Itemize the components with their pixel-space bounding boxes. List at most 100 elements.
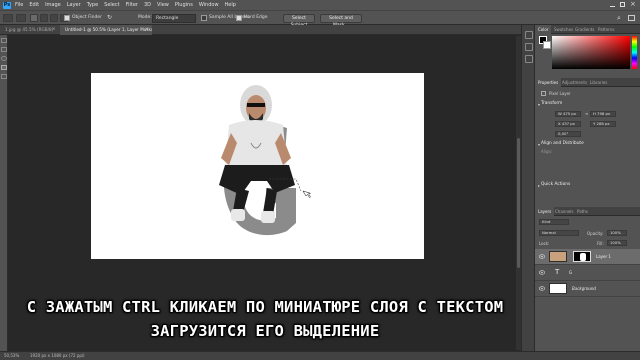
menu-type[interactable]: Type xyxy=(87,2,98,8)
menu-view[interactable]: View xyxy=(157,2,169,8)
align-label: Align: xyxy=(541,149,553,154)
layers-panel-tabs: Layers Channels Paths xyxy=(535,207,640,216)
pixel-layer-label: Pixel Layer xyxy=(549,91,571,96)
background-color-swatch[interactable] xyxy=(543,41,551,49)
menu-image[interactable]: Image xyxy=(45,2,61,8)
visibility-eye-icon[interactable] xyxy=(539,286,545,291)
layer-row-text-g[interactable]: T G xyxy=(535,265,640,281)
refresh-icon[interactable]: ↻ xyxy=(107,14,117,23)
minimize-icon[interactable] xyxy=(610,2,615,7)
layer1-thumbnail[interactable] xyxy=(549,251,567,262)
quick-actions-title: Quick Actions xyxy=(541,182,571,187)
visibility-eye-icon[interactable] xyxy=(539,270,545,275)
layer-row-layer1[interactable]: Layer 1 xyxy=(535,249,640,265)
mode-select-value: Rectangle xyxy=(156,16,179,21)
y-field[interactable]: Y 288 px xyxy=(590,121,616,127)
scrollbar-thumb[interactable] xyxy=(517,138,520,268)
hard-edge-checkbox[interactable] xyxy=(236,15,242,21)
menu-3d[interactable]: 3D xyxy=(144,2,151,8)
new-selection-icon[interactable] xyxy=(30,14,38,22)
search-icon[interactable]: ⌕ xyxy=(617,14,621,23)
layer-filter-kind[interactable]: Kind xyxy=(539,219,569,225)
crop-tool-icon[interactable] xyxy=(1,74,7,79)
subtract-selection-icon[interactable] xyxy=(50,14,58,22)
add-selection-icon[interactable] xyxy=(40,14,48,22)
menu-file[interactable]: File xyxy=(15,2,23,8)
menu-layer[interactable]: Layer xyxy=(67,2,81,8)
opacity-field[interactable]: 100% xyxy=(607,230,627,236)
height-field[interactable]: H 798 px xyxy=(590,111,616,117)
options-bar: Object Finder ↻ Mode: Rectangle Sample A… xyxy=(0,10,640,28)
object-selection-tool-icon[interactable] xyxy=(1,65,7,70)
tab-color[interactable]: Color xyxy=(535,25,552,34)
select-subject-button[interactable]: Select Subject xyxy=(283,14,315,28)
text-layer-icon[interactable]: T xyxy=(555,268,559,276)
subtitle-line-1: С ЗАЖАТЫМ CTRL КЛИКАЕМ ПО МИНИАТЮРЕ СЛОЯ… xyxy=(26,298,504,316)
tab-properties[interactable]: Properties xyxy=(535,78,562,87)
tab-paths[interactable]: Paths xyxy=(574,207,591,216)
transform-chevron-icon[interactable]: ▾ xyxy=(538,102,540,107)
tab-adjustments[interactable]: Adjustments xyxy=(559,78,590,87)
fill-label: Fill: xyxy=(597,241,604,246)
tool-preset-icon[interactable] xyxy=(16,14,26,22)
home-icon[interactable] xyxy=(3,14,13,22)
character-icon[interactable] xyxy=(525,55,533,63)
opacity-label: Opacity: xyxy=(587,231,604,236)
visibility-eye-icon[interactable] xyxy=(539,254,545,259)
color-panel-tabs: Color Swatches Gradients Patterns xyxy=(535,25,640,34)
cursor-pointer-icon xyxy=(302,190,312,198)
menu-filter[interactable]: Filter xyxy=(126,2,138,8)
mode-select[interactable]: Rectangle xyxy=(152,14,196,23)
layer1-mask-thumbnail[interactable] xyxy=(573,251,591,262)
document-canvas[interactable] xyxy=(91,73,424,259)
menu-help[interactable]: Help xyxy=(225,2,236,8)
sample-all-layers-checkbox[interactable] xyxy=(201,15,207,21)
workspace-icon[interactable] xyxy=(628,15,635,21)
history-icon[interactable] xyxy=(525,31,533,39)
zoom-level[interactable]: 50,53% xyxy=(4,353,19,358)
menu-edit[interactable]: Edit xyxy=(29,2,39,8)
close-window-icon[interactable]: × xyxy=(630,0,636,8)
quick-actions-chevron-icon[interactable]: ▸ xyxy=(538,183,540,188)
status-bar: 50,53% 1920 px x 1080 px (72 ppi) xyxy=(0,351,640,360)
tab-libraries[interactable]: Libraries xyxy=(587,78,610,87)
menu-bar: Ps File Edit Image Layer Type Select Fil… xyxy=(0,0,640,10)
fill-field[interactable]: 100% xyxy=(607,240,627,246)
blend-mode-select[interactable]: Normal xyxy=(539,230,579,236)
select-and-mask-button[interactable]: Select and Mask... xyxy=(320,14,362,28)
menu-window[interactable]: Window xyxy=(199,2,219,8)
brush-settings-icon[interactable] xyxy=(525,43,533,51)
color-picker-field[interactable] xyxy=(552,36,630,69)
angle-field[interactable]: 0,00° xyxy=(555,131,581,137)
x-field[interactable]: X 437 px xyxy=(555,121,581,127)
hue-slider[interactable] xyxy=(632,36,637,69)
link-icon[interactable]: ∞ xyxy=(585,111,588,116)
background-thumbnail[interactable] xyxy=(549,283,567,294)
photoshop-logo-icon[interactable]: Ps xyxy=(3,1,11,9)
marquee-tool-icon[interactable] xyxy=(1,47,7,52)
tab-channels[interactable]: Channels xyxy=(552,207,577,216)
width-field[interactable]: W 475 px xyxy=(555,111,581,117)
layer-row-background[interactable]: Background xyxy=(535,281,640,297)
close-tab-2-icon[interactable]: × xyxy=(145,25,149,35)
close-tab-1-icon[interactable]: × xyxy=(52,25,56,35)
tab-gradients[interactable]: Gradients xyxy=(572,25,598,34)
object-finder-checkbox[interactable] xyxy=(64,15,70,21)
align-chevron-icon[interactable]: ▾ xyxy=(538,142,540,147)
right-panels: Color Swatches Gradients Patterns Proper… xyxy=(535,25,640,351)
layer-name-label: Background xyxy=(572,286,596,291)
move-tool-icon[interactable] xyxy=(1,38,7,43)
menu-plugins[interactable]: Plugins xyxy=(175,2,193,8)
canvas-artwork xyxy=(219,85,312,236)
maximize-icon[interactable] xyxy=(620,2,625,7)
document-info[interactable]: 1920 px x 1080 px (72 ppi) xyxy=(30,353,85,358)
hard-edge-label: Hard Edge xyxy=(244,15,268,20)
align-distribute-title: Align and Distribute xyxy=(541,141,584,146)
menu-select[interactable]: Select xyxy=(104,2,119,8)
properties-panel-tabs: Properties Adjustments Libraries xyxy=(535,78,640,87)
transform-title: Transform xyxy=(541,101,563,106)
tab-document-untitled[interactable]: Untitled-1 @ 50.5% (Layer 1, Layer Mask/… xyxy=(60,25,152,35)
lasso-tool-icon[interactable] xyxy=(1,56,7,61)
tab-document-1[interactable]: 1.jpg @ 45.5% (RGB/8) xyxy=(0,25,60,35)
tab-patterns[interactable]: Patterns xyxy=(595,25,617,34)
